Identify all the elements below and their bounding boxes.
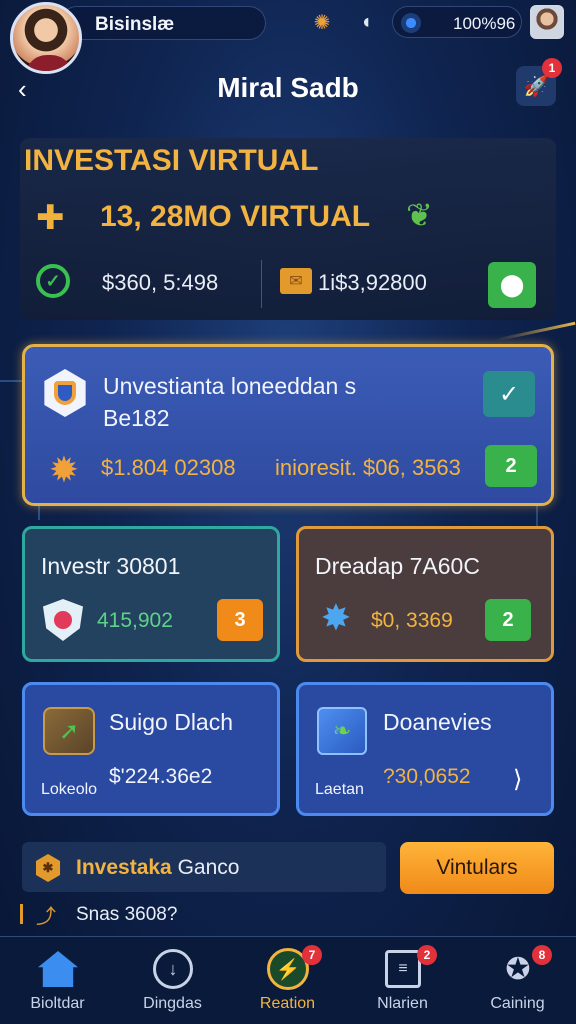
leaf-icon: ❦	[406, 197, 433, 233]
strip-text: Investaka Ganco	[76, 856, 239, 880]
card-value: $'224.36e2	[109, 765, 213, 788]
nav-item-2[interactable]: ↓ Dingdas	[115, 937, 230, 1024]
nav-label: Dingdas	[143, 995, 202, 1012]
profile-avatar-small[interactable]	[530, 5, 564, 39]
investment-card-brown[interactable]: Dreadap 7A60C ✸ $0, 3369 2	[296, 526, 554, 662]
strip-text-rest: Ganco	[171, 856, 240, 879]
summary-value-right: 1i$3,92800	[318, 270, 427, 295]
confirm-button[interactable]: ✓	[483, 371, 535, 417]
notification-badge: 1	[542, 58, 562, 78]
summary-value-left: $360, 5:498	[102, 270, 219, 295]
nav-item-5[interactable]: ✪ 8 Caining	[460, 937, 575, 1024]
investment-summary-card: INVESTASI VIRTUAL ✚ 13, 28MO VIRTUAL ❦ ✓…	[20, 138, 556, 320]
nav-item-home[interactable]: Bioltdar	[0, 937, 115, 1024]
sun-icon: ✸	[320, 597, 352, 638]
nav-badge: 2	[417, 945, 437, 965]
box-icon: ➚	[43, 707, 95, 755]
featured-title-line2: Be182	[103, 405, 170, 431]
card-title: Suigo Dlach	[109, 709, 234, 735]
page-title: Miral Sadb	[217, 72, 359, 103]
sub-row-text: Snas 3608?	[76, 904, 178, 925]
featured-amount: $1.804 02308	[101, 455, 236, 480]
card-value: ?30,0652	[383, 765, 471, 788]
user-avatar[interactable]	[10, 2, 82, 74]
info-strip[interactable]: ✱ Investaka Ganco	[22, 842, 386, 892]
nav-item-4[interactable]: ≡ 2 Nlarien	[345, 937, 460, 1024]
location-button[interactable]: ⬤	[488, 262, 536, 308]
card-value: 415,902	[97, 609, 173, 632]
cube-icon: ❧	[317, 707, 367, 755]
hexagon-icon	[44, 369, 86, 417]
battery-pill: 100%96	[392, 6, 522, 38]
card-value: $0, 3369	[371, 609, 453, 632]
card-title: Dreadap 7A60C	[315, 553, 480, 579]
status-bar: Bisinslæ ✺ ◖ 100%96	[0, 0, 576, 46]
card-label: Lokeolo	[41, 781, 98, 798]
accent-bar	[20, 904, 23, 924]
location-icon: ⬤	[499, 272, 525, 297]
virtual-button[interactable]: Vintulars	[400, 842, 554, 894]
battery-text: 100%96	[453, 14, 516, 33]
investment-card-blue[interactable]: ➚ Suigo Dlach Lokeolo $'224.36e2	[22, 682, 280, 816]
summary-title: INVESTASI VIRTUAL	[24, 144, 319, 177]
nav-badge: 8	[532, 945, 552, 965]
gear-icon: ✹	[48, 449, 80, 490]
featured-title-line1: Unvestianta loneeddan s	[103, 373, 357, 399]
card-number-button[interactable]: 3	[217, 599, 263, 641]
featured-investment-card[interactable]: Unvestianta loneeddan s Be182 ✓ ✹ $1.804…	[22, 344, 554, 506]
settings-icon[interactable]: ✺	[308, 8, 336, 36]
envelope-icon: ✉	[280, 268, 312, 294]
investment-card-teal[interactable]: Investr 30801 415,902 3	[22, 526, 280, 662]
decorative-line	[496, 321, 576, 342]
app-label-pill[interactable]: Bisinslæ	[60, 6, 266, 40]
rocket-icon: 🚀	[523, 75, 549, 98]
featured-interest: inioresit. $06, 3563	[275, 455, 461, 480]
check-icon: ✓	[36, 264, 70, 298]
list-icon: ≡	[385, 950, 421, 988]
bottom-nav: Bioltdar ↓ Dingdas ⚡ 7 Reation ≡ 2 Nlari…	[0, 936, 576, 1024]
card-title: Investr 30801	[41, 553, 181, 579]
notification-button[interactable]: 🚀 1	[516, 58, 562, 106]
nav-label: Caining	[490, 995, 545, 1012]
featured-number-button[interactable]: 2	[485, 445, 537, 487]
card-title: Doanevies	[383, 709, 492, 735]
hexagon-icon: ✱	[35, 854, 61, 882]
card-label: Laetan	[315, 781, 364, 798]
nav-label: Bioltdar	[30, 995, 85, 1012]
strip-text-accent: Investaka	[76, 856, 172, 879]
download-icon: ↓	[153, 949, 193, 989]
nav-label: Reation	[259, 995, 316, 1012]
energy-icon	[401, 13, 421, 33]
award-icon: ✪	[505, 952, 531, 986]
nav-badge: 7	[302, 945, 322, 965]
nav-label: Nlarien	[377, 995, 428, 1012]
nav-item-3[interactable]: ⚡ 7 Reation	[230, 937, 345, 1024]
divider	[261, 260, 262, 308]
check-icon: ✓	[498, 380, 520, 408]
app-label: Bisinslæ	[95, 14, 175, 35]
summary-total: 13, 28MO VIRTUAL	[100, 200, 371, 233]
home-icon	[38, 951, 78, 987]
sound-icon[interactable]: ◖	[352, 8, 380, 36]
trend-icon: ⤴	[36, 906, 56, 928]
card-number-button[interactable]: 2	[485, 599, 531, 641]
coin-icon: ✚	[36, 199, 65, 237]
investment-card-blue-2[interactable]: ❧ Doanevies Laetan ?30,0652 ⟩	[296, 682, 554, 816]
chevron-right-icon[interactable]: ⟩	[513, 765, 522, 794]
shield-icon	[43, 599, 83, 641]
